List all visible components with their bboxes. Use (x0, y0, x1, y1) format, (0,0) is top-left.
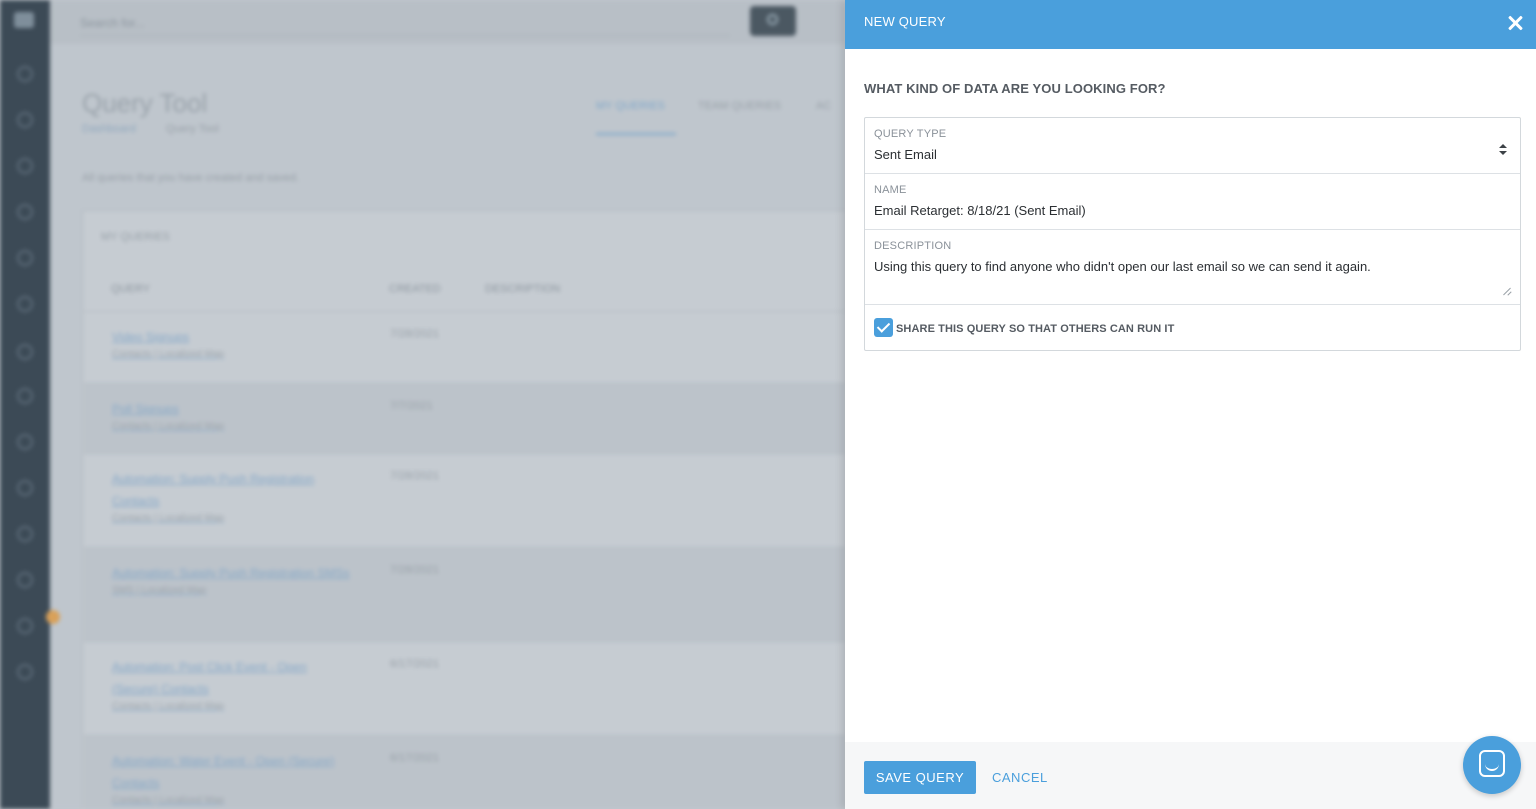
save-query-button[interactable]: SAVE QUERY (864, 761, 976, 794)
share-label[interactable]: SHARE THIS QUERY SO THAT OTHERS CAN RUN … (896, 323, 1174, 335)
notification-dot-icon (46, 610, 60, 624)
query-type-value[interactable]: Sent Email (874, 147, 937, 162)
panel-footer: SAVE QUERY CANCEL (845, 742, 1536, 809)
resize-handle-icon[interactable] (1503, 287, 1511, 295)
contacts-icon[interactable] (17, 112, 33, 128)
description-textarea[interactable]: Using this query to find anyone who didn… (874, 259, 1371, 274)
rocket-icon[interactable] (17, 526, 33, 542)
search-button[interactable] (750, 6, 796, 36)
query-date: 6/17/2021 (390, 658, 439, 670)
home-icon[interactable] (17, 66, 33, 82)
query-link[interactable]: Automation: Water Event - Open (Secure) … (112, 754, 334, 790)
tag-icon[interactable] (17, 572, 33, 588)
lists-icon[interactable] (17, 158, 33, 174)
breadcrumb-dashboard[interactable]: Dashboard (82, 123, 136, 135)
query-meta: SMS | Localized Map (112, 585, 207, 596)
tab-team-queries[interactable]: TEAM QUERIES (698, 100, 781, 112)
query-date: 7/7/2021 (390, 400, 433, 412)
table-row: Automation: Supply Push Registration SMS… (84, 547, 845, 641)
query-meta: Contacts | Localized Map (112, 349, 225, 360)
table-row: Automation: Supply Push Registration Con… (84, 453, 845, 547)
column-created[interactable]: CREATED (389, 283, 441, 295)
table-row: Video Signups Contacts | Localized Map 7/… (84, 311, 845, 383)
background-app: Search for... Query Tool Dashboard Query … (0, 0, 845, 809)
left-sidebar (0, 0, 50, 809)
query-type-select[interactable]: QUERY TYPE Sent Email (865, 118, 1520, 174)
globe-icon[interactable] (17, 388, 33, 404)
name-input[interactable]: Email Retarget: 8/18/21 (Sent Email) (874, 203, 1086, 218)
question-heading: WHAT KIND OF DATA ARE YOU LOOKING FOR? (864, 81, 1166, 96)
query-type-label: QUERY TYPE (874, 128, 947, 140)
select-arrows-icon[interactable] (1499, 144, 1507, 156)
query-link[interactable]: Automation: Supply Push Registration Con… (112, 472, 314, 508)
description-field[interactable]: DESCRIPTION Using this query to find any… (865, 230, 1520, 305)
query-link[interactable]: Automation: Post Click Event - Open (Sec… (112, 660, 307, 696)
app-logo-icon (14, 12, 34, 28)
panel-header: NEW QUERY (845, 0, 1536, 49)
query-link[interactable]: Video Signups (112, 330, 189, 344)
breadcrumb: Dashboard Query Tool (82, 123, 219, 135)
calendar-icon[interactable] (17, 480, 33, 496)
query-date: 7/28/2021 (390, 470, 439, 482)
tab-other[interactable]: AC (816, 100, 831, 112)
search-icon (767, 14, 778, 25)
query-date: 6/17/2021 (390, 752, 439, 764)
settings-icon[interactable] (17, 296, 33, 312)
search-input[interactable]: Search for... (80, 12, 730, 36)
tab-my-queries[interactable]: MY QUERIES (596, 100, 665, 112)
table-row: Automation: Post Click Event - Open (Sec… (84, 641, 845, 735)
query-meta: Contacts | Localized Map (112, 421, 225, 432)
column-query[interactable]: QUERY (111, 283, 150, 295)
cancel-button[interactable]: CANCEL (992, 770, 1048, 785)
query-form: QUERY TYPE Sent Email NAME Email Retarge… (864, 117, 1521, 351)
chat-icon (1479, 750, 1505, 777)
new-query-panel: NEW QUERY WHAT KIND OF DATA ARE YOU LOOK… (845, 0, 1536, 809)
panel-title: NEW QUERY (864, 14, 946, 29)
breadcrumb-current: Query Tool (165, 123, 219, 135)
name-label: NAME (874, 184, 907, 196)
description-label: DESCRIPTION (874, 240, 952, 252)
email-icon[interactable] (17, 344, 33, 360)
share-checkbox[interactable] (874, 318, 893, 337)
query-date: 7/28/2021 (390, 328, 439, 340)
query-meta: Contacts | Localized Map (112, 795, 225, 806)
archive-icon[interactable] (17, 664, 33, 680)
chat-launcher-button[interactable] (1463, 736, 1521, 794)
query-meta: Contacts | Localized Map (112, 513, 225, 524)
column-description: DESCRIPTION (485, 283, 561, 295)
edit-icon[interactable] (17, 250, 33, 266)
download-icon[interactable] (17, 434, 33, 450)
page-subtitle: All queries that you have created and sa… (82, 172, 300, 184)
people-icon[interactable] (17, 618, 33, 634)
table-row: Automation: Water Event - Open (Secure) … (84, 735, 845, 809)
card-title: MY QUERIES (101, 231, 170, 243)
query-icon[interactable] (17, 204, 33, 220)
query-link[interactable]: Automation: Supply Push Registration SMS… (112, 566, 349, 580)
close-icon[interactable] (1504, 12, 1526, 34)
page-title: Query Tool (82, 88, 208, 118)
query-meta: Contacts | Localized Map (112, 701, 225, 712)
query-link[interactable]: Poll Signups (112, 402, 179, 416)
table-row: Poll Signups Contacts | Localized Map 7/7… (84, 383, 845, 453)
queries-card: MY QUERIES QUERY CREATED DESCRIPTION Vid… (82, 210, 845, 809)
active-tab-indicator (596, 133, 676, 135)
name-field[interactable]: NAME Email Retarget: 8/18/21 (Sent Email… (865, 174, 1520, 230)
query-date: 7/28/2021 (390, 564, 439, 576)
